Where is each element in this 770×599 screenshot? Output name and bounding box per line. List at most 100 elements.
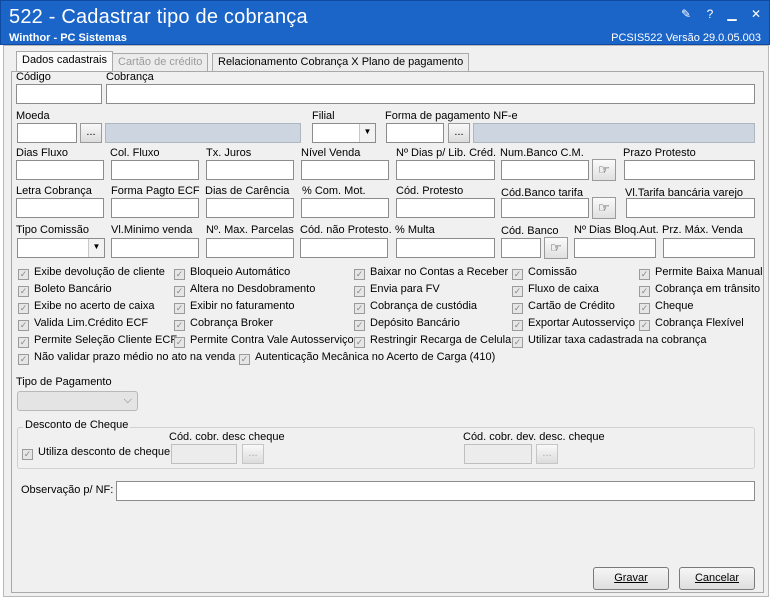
checkbox-exibe-devolucao[interactable]: ✓ Exibe devolução de cliente (18, 265, 165, 281)
checkmark-icon: ✓ (512, 320, 523, 331)
checkbox-exibe-acerto-caixa[interactable]: ✓ Exibe no acerto de caixa (18, 299, 154, 315)
checkbox-label: Depósito Bancário (370, 317, 460, 329)
checkbox-fluxo-caixa[interactable]: ✓ Fluxo de caixa (512, 282, 599, 298)
checkbox-cobranca-custodia[interactable]: ✓ Cobrança de custódia (354, 299, 477, 315)
cod-nao-protesto-label: Cód. não Protesto. (300, 224, 392, 236)
pointing-hand-icon[interactable]: ☞ (592, 159, 616, 181)
tx-juros-input[interactable] (206, 160, 294, 180)
forma-pagto-ecf-input[interactable] (111, 198, 199, 218)
dias-carencia-input[interactable] (206, 198, 294, 218)
moeda-input[interactable] (17, 123, 77, 143)
com-mot-input[interactable] (301, 198, 389, 218)
checkbox-label: Autenticação Mecânica no Acerto de Carga… (255, 351, 496, 363)
checkbox-label: Permite Contra Vale Autosserviço (190, 334, 354, 346)
dias-fluxo-input[interactable] (16, 160, 104, 180)
checkbox-bloqueio-automatico[interactable]: ✓ Bloqueio Automático (174, 265, 290, 281)
checkbox-envia-fv[interactable]: ✓ Envia para FV (354, 282, 440, 298)
checkbox-cobranca-transito[interactable]: ✓ Cobrança em trânsito (639, 282, 760, 298)
checkbox-autenticacao-mecanica[interactable]: ✓ Autenticação Mecânica no Acerto de Carg… (239, 350, 495, 366)
tipo-comissao-select[interactable]: ▼ (17, 238, 105, 258)
moeda-search-button[interactable]: ... (80, 123, 102, 143)
checkbox-contra-vale[interactable]: ✓ Permite Contra Vale Autosserviço (174, 333, 354, 349)
checkbox-deposito-bancario[interactable]: ✓ Depósito Bancário (354, 316, 460, 332)
gravar-button[interactable]: Gravar (593, 567, 669, 590)
checkbox-utiliza-desconto-cheque[interactable]: ✓ Utiliza desconto de cheque (22, 445, 170, 461)
checkmark-icon: ✓ (18, 320, 29, 331)
n-dias-lib-cred-input[interactable] (396, 160, 495, 180)
observacao-label: Observação p/ NF: (21, 484, 114, 496)
tab-relacionamento[interactable]: Relacionamento Cobrança X Plano de pagam… (212, 53, 470, 71)
col-fluxo-label: Col. Fluxo (110, 147, 160, 159)
n-dias-bloq-input[interactable] (574, 238, 656, 258)
checkmark-icon: ✓ (18, 303, 29, 314)
col-fluxo-input[interactable] (111, 160, 199, 180)
checkbox-exibir-faturamento[interactable]: ✓ Exibir no faturamento (174, 299, 295, 315)
checkmark-icon: ✓ (639, 269, 650, 280)
checkbox-baixar-contas-receber[interactable]: ✓ Baixar no Contas a Receber (354, 265, 508, 281)
prazo-protesto-input[interactable] (624, 160, 755, 180)
forma-pagamento-nfe-input[interactable] (386, 123, 444, 143)
cancelar-button[interactable]: Cancelar (679, 567, 755, 590)
checkbox-label: Cartão de Crédito (528, 300, 615, 312)
forma-pagamento-search-button[interactable]: ... (448, 123, 470, 143)
checkbox-cheque[interactable]: ✓ Cheque (639, 299, 694, 315)
nivel-venda-input[interactable] (301, 160, 389, 180)
codigo-input[interactable] (16, 84, 102, 104)
cod-desc-cheque-search-button[interactable]: ... (242, 444, 264, 464)
cobranca-input[interactable] (106, 84, 755, 104)
moeda-label: Moeda (16, 110, 50, 122)
checkbox-permite-baixa-manual[interactable]: ✓ Permite Baixa Manual (639, 265, 763, 281)
n-max-parcelas-input[interactable] (206, 238, 294, 258)
vl-tarifa-input[interactable] (626, 198, 755, 218)
checkmark-icon: ✓ (174, 303, 185, 314)
checkbox-cobranca-flexivel[interactable]: ✓ Cobrança Flexível (639, 316, 744, 332)
tab-cartao-credito[interactable]: Cartão de crédito (112, 53, 209, 71)
close-icon[interactable]: ✕ (749, 7, 763, 21)
checkmark-icon: ✓ (512, 337, 523, 348)
pointing-hand-icon[interactable]: ☞ (544, 237, 568, 259)
checkbox-altera-desdobramento[interactable]: ✓ Altera no Desdobramento (174, 282, 315, 298)
tab-dados-cadastrais[interactable]: Dados cadastrais (16, 51, 113, 72)
window-title: 522 - Cadastrar tipo de cobrança (9, 6, 308, 28)
checkbox-comissao[interactable]: ✓ Comissão (512, 265, 577, 281)
checkbox-label: Cheque (655, 300, 694, 312)
num-banco-cm-input[interactable] (501, 160, 589, 180)
checkbox-permite-selecao-cliente[interactable]: ✓ Permite Seleção Cliente ECF (18, 333, 177, 349)
n-dias-bloq-label: Nº Dias Bloq.Aut. (574, 224, 659, 236)
letra-cobranca-input[interactable] (16, 198, 104, 218)
minimize-icon[interactable]: ▁ (725, 7, 739, 21)
cod-dev-desc-cheque-input[interactable] (464, 444, 532, 464)
cod-banco-tarifa-input[interactable] (501, 198, 589, 218)
cod-banco-input[interactable] (501, 238, 541, 258)
checkbox-cobranca-broker[interactable]: ✓ Cobrança Broker (174, 316, 273, 332)
tipo-pagamento-select[interactable]: ⌵ (17, 391, 138, 411)
help-icon[interactable]: ? (703, 7, 717, 21)
vl-minimo-venda-input[interactable] (111, 238, 199, 258)
cod-dev-desc-search-button[interactable]: ... (536, 444, 558, 464)
prz-max-venda-input[interactable] (663, 238, 755, 258)
checkmark-icon: ✓ (174, 337, 185, 348)
checkmark-icon: ✓ (354, 320, 365, 331)
cod-protesto-input[interactable] (396, 198, 495, 218)
observacao-input[interactable] (116, 481, 755, 501)
pointing-hand-icon[interactable]: ☞ (592, 197, 616, 219)
checkbox-utilizar-taxa[interactable]: ✓ Utilizar taxa cadastrada na cobrança (512, 333, 707, 349)
cod-desc-cheque-input[interactable] (171, 444, 237, 464)
edit-icon[interactable]: ✎ (679, 7, 693, 21)
checkbox-boleto-bancario[interactable]: ✓ Boleto Bancário (18, 282, 112, 298)
checkbox-cartao-credito[interactable]: ✓ Cartão de Crédito (512, 299, 615, 315)
multa-input[interactable] (396, 238, 495, 258)
checkmark-icon: ✓ (174, 320, 185, 331)
nivel-venda-label: Nível Venda (301, 147, 361, 159)
filial-select[interactable]: ▼ (312, 123, 376, 143)
checkbox-label: Exibe no acerto de caixa (34, 300, 155, 312)
checkmark-icon: ✓ (639, 303, 650, 314)
window-subtitle: Winthor - PC Sistemas (9, 32, 127, 44)
checkbox-label: Comissão (528, 266, 577, 278)
checkbox-restringir-recarga[interactable]: ✓ Restringir Recarga de Celular (354, 333, 515, 349)
checkbox-exportar-autosservico[interactable]: ✓ Exportar Autosserviço (512, 316, 635, 332)
checkbox-nao-validar-prazo[interactable]: ✓ Não validar prazo médio no ato na venda (18, 350, 235, 366)
cod-nao-protesto-input[interactable] (300, 238, 388, 258)
checkbox-label: Fluxo de caixa (528, 283, 599, 295)
checkbox-valida-lim-credito[interactable]: ✓ Valida Lim.Crédito ECF (18, 316, 148, 332)
